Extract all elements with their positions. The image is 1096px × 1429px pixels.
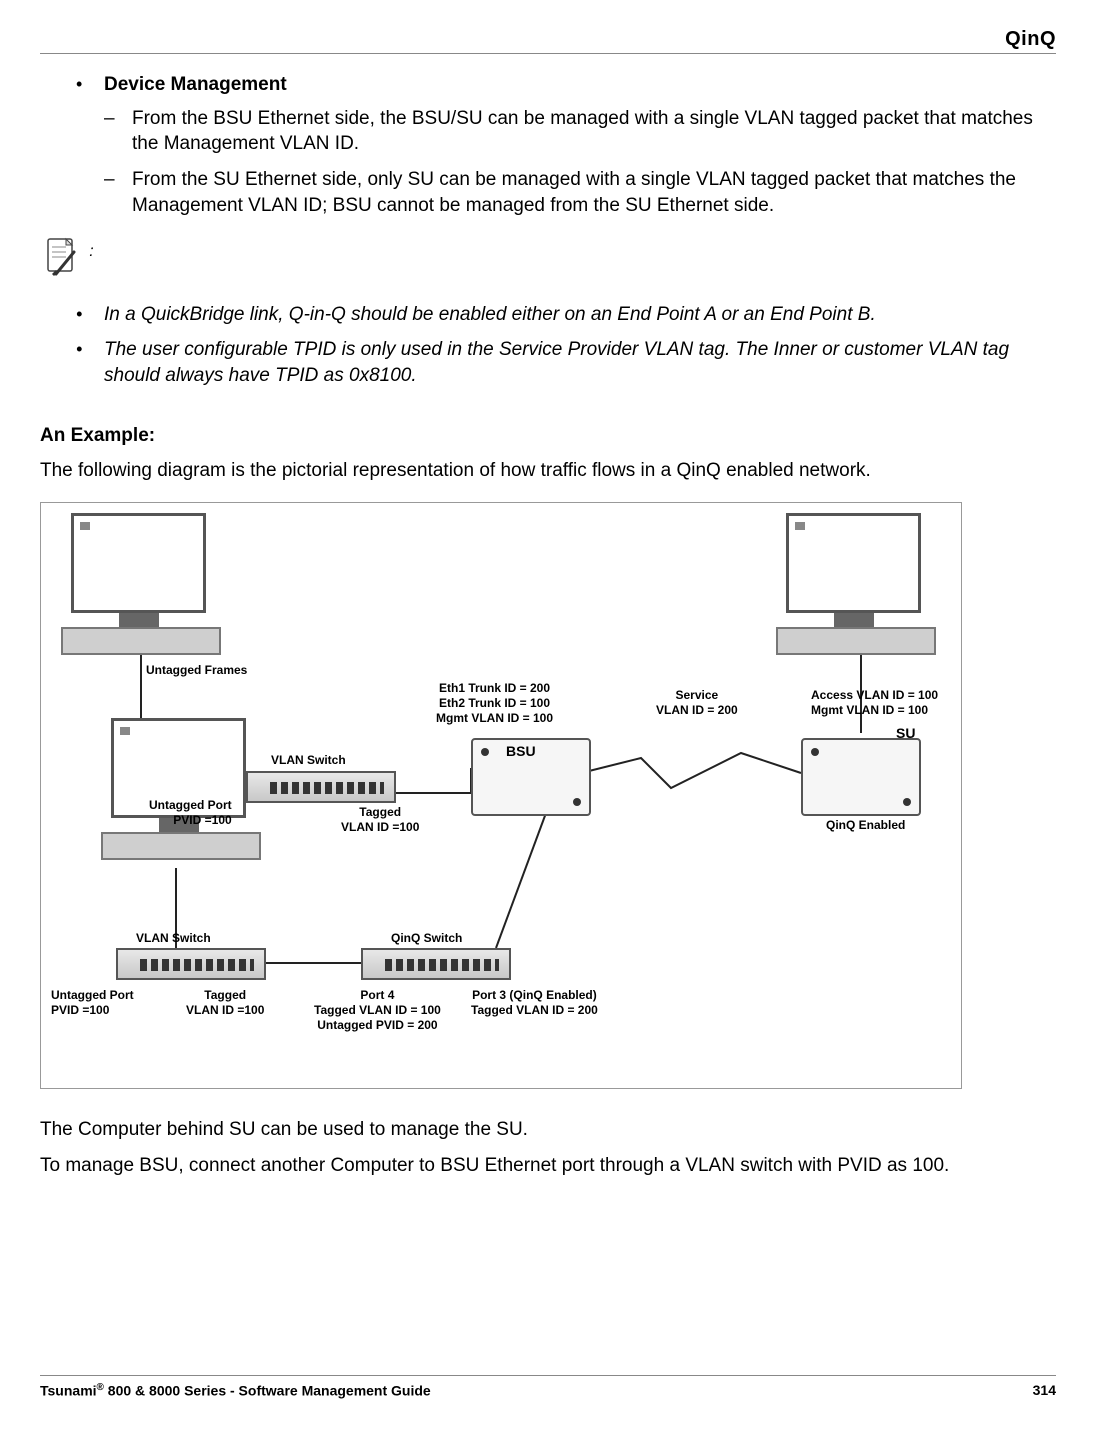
footer-page-number: 314 [1033, 1382, 1056, 1399]
header-rule [40, 53, 1056, 54]
footer-left: Tsunami® 800 & 8000 Series - Software Ma… [40, 1382, 431, 1399]
qinq-diagram: Untagged Frames VLAN Switch Untagged Por… [40, 502, 962, 1089]
label-tagged-vlan-top: TaggedVLAN ID =100 [341, 805, 419, 835]
page-footer: Tsunami® 800 & 8000 Series - Software Ma… [40, 1375, 1056, 1399]
after-diagram-line2: To manage BSU, connect another Computer … [40, 1153, 1056, 1179]
page-header-title: QinQ [40, 28, 1056, 51]
example-intro: The following diagram is the pictorial r… [40, 458, 1056, 484]
note-item-2: The user configurable TPID is only used … [76, 337, 1056, 388]
monitor-mid [111, 718, 246, 860]
label-bsu: BSU [506, 743, 536, 761]
label-port4: Port 4Tagged VLAN ID = 100Untagged PVID … [314, 988, 441, 1033]
after-diagram-line1: The Computer behind SU can be used to ma… [40, 1117, 1056, 1143]
example-heading: An Example: [40, 423, 1056, 449]
note-item-1: In a QuickBridge link, Q-in-Q should be … [76, 302, 1056, 328]
label-vlan-switch-top: VLAN Switch [271, 753, 346, 768]
su-unit [801, 738, 921, 816]
vlan-switch-bottom [116, 948, 266, 980]
label-su-config: Access VLAN ID = 100Mgmt VLAN ID = 100 [811, 688, 938, 718]
label-untagged-port-top: Untagged PortPVID =100 [149, 798, 232, 828]
device-management-title: Device Management [104, 74, 287, 95]
monitor-top-left [71, 513, 206, 655]
label-untagged-frames: Untagged Frames [146, 663, 247, 678]
label-qinq-enabled: QinQ Enabled [826, 818, 905, 833]
monitor-right [786, 513, 921, 655]
qinq-switch [361, 948, 511, 980]
label-port3: Port 3 (QinQ Enabled)Tagged VLAN ID = 20… [471, 988, 598, 1018]
label-bsu-config: Eth1 Trunk ID = 200Eth2 Trunk ID = 100Mg… [436, 681, 553, 726]
label-su: SU [896, 725, 915, 743]
footer-guide: 800 & 8000 Series - Software Management … [104, 1383, 431, 1399]
label-tagged-vlan-bottom: TaggedVLAN ID =100 [186, 988, 264, 1018]
note-icon: : [42, 236, 1056, 290]
label-qinq-switch: QinQ Switch [391, 931, 462, 946]
footer-reg-mark: ® [97, 1382, 104, 1393]
label-vlan-switch-bottom: VLAN Switch [136, 931, 211, 946]
footer-brand: Tsunami [40, 1383, 97, 1399]
note-colon: : [89, 243, 93, 260]
bullet-device-management: Device Management From the BSU Ethernet … [76, 72, 1056, 218]
devmgmt-sub-2: From the SU Ethernet side, only SU can b… [104, 167, 1056, 218]
devmgmt-sub-1: From the BSU Ethernet side, the BSU/SU c… [104, 106, 1056, 157]
label-service-vlan: ServiceVLAN ID = 200 [656, 688, 738, 718]
vlan-switch-top [246, 771, 396, 803]
label-untagged-port-bottom: Untagged PortPVID =100 [51, 988, 134, 1018]
